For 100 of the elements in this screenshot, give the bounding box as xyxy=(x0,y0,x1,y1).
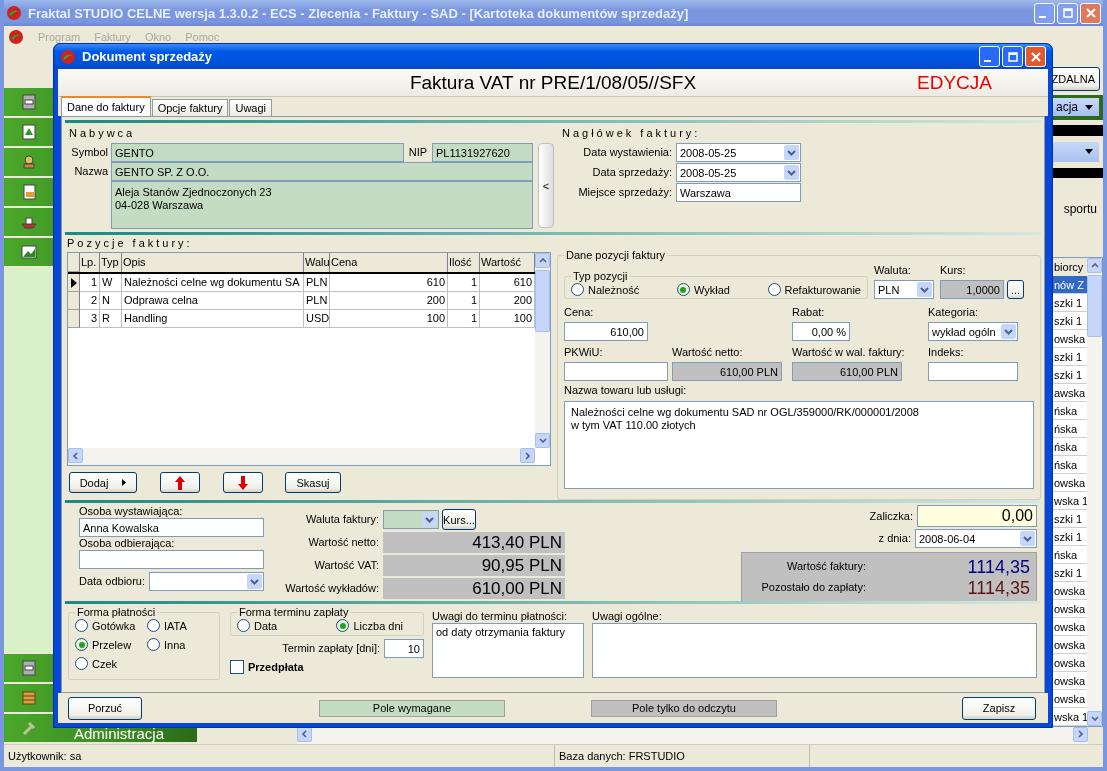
scroll-left-button[interactable] xyxy=(68,448,83,463)
close-button[interactable] xyxy=(1080,2,1101,24)
dropdown[interactable]: wykład ogóln xyxy=(928,322,1018,341)
text-area[interactable]: Należności celne wg dokumentu SAD nr OGL/359000/RK/000001/2008 w tym VAT 110.00 złotych xyxy=(564,401,1034,489)
radio-button[interactable]: Gotówka xyxy=(75,618,147,633)
move-down-button[interactable] xyxy=(223,472,263,493)
input-field[interactable]: 0,00 % xyxy=(792,322,850,341)
table-cell: 1 xyxy=(80,274,100,292)
scroll-thumb[interactable] xyxy=(535,270,550,332)
table-cell: Należności celne wg dokumentu SA xyxy=(122,274,304,292)
wrench-icon xyxy=(20,719,38,737)
input-field[interactable]: 0,00 xyxy=(917,505,1037,527)
column-header[interactable]: Cena xyxy=(330,253,448,272)
chevron-down-icon xyxy=(538,438,547,443)
input-field[interactable]: Anna Kowalska xyxy=(79,518,264,537)
maximize-button[interactable] xyxy=(1057,2,1078,24)
radio-button[interactable]: Należność xyxy=(571,282,640,297)
radio-button[interactable]: Refakturowanie xyxy=(767,282,861,297)
column-header[interactable]: Opis xyxy=(122,253,304,272)
delete-button[interactable]: Skasuj xyxy=(285,472,341,493)
more-button[interactable]: ... xyxy=(1007,280,1024,299)
field-label: Symbol xyxy=(70,145,109,160)
field-label: Wartość faktury: xyxy=(785,559,866,574)
vertical-scrollbar[interactable] xyxy=(535,253,550,448)
column-header[interactable]: Typ xyxy=(100,253,122,272)
maximize-icon xyxy=(1007,51,1018,62)
scroll-down-button[interactable] xyxy=(1087,710,1102,726)
tab[interactable]: Dane do faktury xyxy=(61,96,151,116)
input-field[interactable]: GENTO SP. Z O.O. xyxy=(111,162,533,181)
column-header[interactable]: Walu xyxy=(304,253,330,272)
dropdown[interactable]: PLN xyxy=(874,280,934,299)
chevron-left-icon xyxy=(73,451,78,460)
move-up-button[interactable] xyxy=(160,472,200,493)
checkbox[interactable]: Przedpłata xyxy=(230,660,424,674)
table-cell: 2 xyxy=(80,292,100,310)
dropdown[interactable]: 2008-05-25 xyxy=(676,143,801,162)
vertical-scrollbar[interactable] xyxy=(1087,257,1102,726)
row-selector[interactable] xyxy=(68,274,80,292)
table-cell: 200 xyxy=(330,292,448,310)
field-label: Uwagi ogólne: xyxy=(592,610,663,623)
scroll-up-button[interactable] xyxy=(1087,257,1102,273)
address-field[interactable]: Aleja Stanów Zjednoczonych 23 04-028 Warszawa xyxy=(111,181,533,229)
radio-button[interactable]: Liczba dni xyxy=(336,618,403,633)
radio-button[interactable]: Czek xyxy=(75,656,147,671)
maximize-button[interactable] xyxy=(1002,46,1023,67)
up-arrow-icon xyxy=(175,475,185,490)
down-arrow-icon xyxy=(238,475,248,490)
column-header[interactable]: Ilość xyxy=(448,253,480,272)
text-area[interactable]: od daty otrzymania faktury xyxy=(432,623,584,678)
minimize-button[interactable] xyxy=(979,46,1000,67)
tab[interactable]: Opcje faktury xyxy=(151,99,229,116)
field-label: Termin zapłaty [dni]: xyxy=(282,641,380,656)
tab[interactable]: Uwagi xyxy=(229,99,273,116)
scroll-thumb[interactable] xyxy=(1087,274,1102,337)
rate-button[interactable]: Kurs... xyxy=(442,509,476,530)
radio-button[interactable]: Data xyxy=(237,618,278,633)
input-field[interactable]: GENTO xyxy=(111,143,404,162)
scroll-up-button[interactable] xyxy=(535,253,550,268)
horizontal-scrollbar[interactable] xyxy=(68,448,535,465)
chevron-right-icon xyxy=(1078,730,1083,739)
field-label: Uwagi do terminu płatności: xyxy=(432,610,569,623)
chevron-up-icon xyxy=(538,258,547,263)
dropdown[interactable]: 2008-05-25 xyxy=(676,163,801,182)
field-label: Wartość netto: xyxy=(307,535,379,550)
input-field[interactable]: 10 xyxy=(384,639,424,658)
text-area[interactable] xyxy=(592,623,1037,678)
radio-button[interactable]: Inna xyxy=(147,637,207,652)
column-header[interactable]: Lp. xyxy=(80,253,100,272)
table-cell: Odprawa celna xyxy=(122,292,304,310)
input-field[interactable] xyxy=(564,362,668,381)
cabinet-icon xyxy=(20,93,38,111)
invoice-heading: Faktura VAT nr PRE/1/08/05//SFX xyxy=(409,71,697,94)
save-button[interactable]: Zapisz xyxy=(962,696,1036,720)
radio-button[interactable]: Przelew xyxy=(75,637,147,652)
cancel-button[interactable]: Porzuć xyxy=(68,696,142,720)
radio-button[interactable]: Wykład xyxy=(676,282,730,297)
input-field[interactable] xyxy=(928,362,1018,381)
close-button[interactable] xyxy=(1025,46,1046,67)
input-field: 1,0000 xyxy=(940,280,1004,299)
radio-button[interactable]: IATA xyxy=(147,618,207,633)
input-field[interactable] xyxy=(79,550,264,569)
minimize-button[interactable] xyxy=(1034,2,1055,24)
close-icon xyxy=(1030,51,1041,62)
scroll-down-button[interactable] xyxy=(535,433,550,448)
input-field[interactable]: 610,00 xyxy=(564,322,648,341)
maximize-icon xyxy=(1062,8,1073,18)
input-field[interactable]: Warszawa xyxy=(676,183,801,202)
field-label: Waluta: xyxy=(874,263,912,278)
collapse-button[interactable]: < xyxy=(538,143,554,228)
dropdown[interactable]: 2008-06-04 xyxy=(915,529,1037,548)
group-title: Forma płatności xyxy=(76,606,157,618)
table-cell: 100 xyxy=(330,310,448,328)
group-title: Forma terminu zapłaty xyxy=(238,606,350,618)
table-cell: 1 xyxy=(448,292,480,310)
field-label: PKWiU: xyxy=(564,345,604,360)
input-field[interactable]: PL1131927620 xyxy=(432,143,533,162)
field-label: Wartość w wal. faktury: xyxy=(792,345,906,360)
scroll-right-button[interactable] xyxy=(520,448,535,463)
group-title: Typ pozycji xyxy=(572,270,629,282)
add-button[interactable]: Dodaj xyxy=(69,472,137,493)
